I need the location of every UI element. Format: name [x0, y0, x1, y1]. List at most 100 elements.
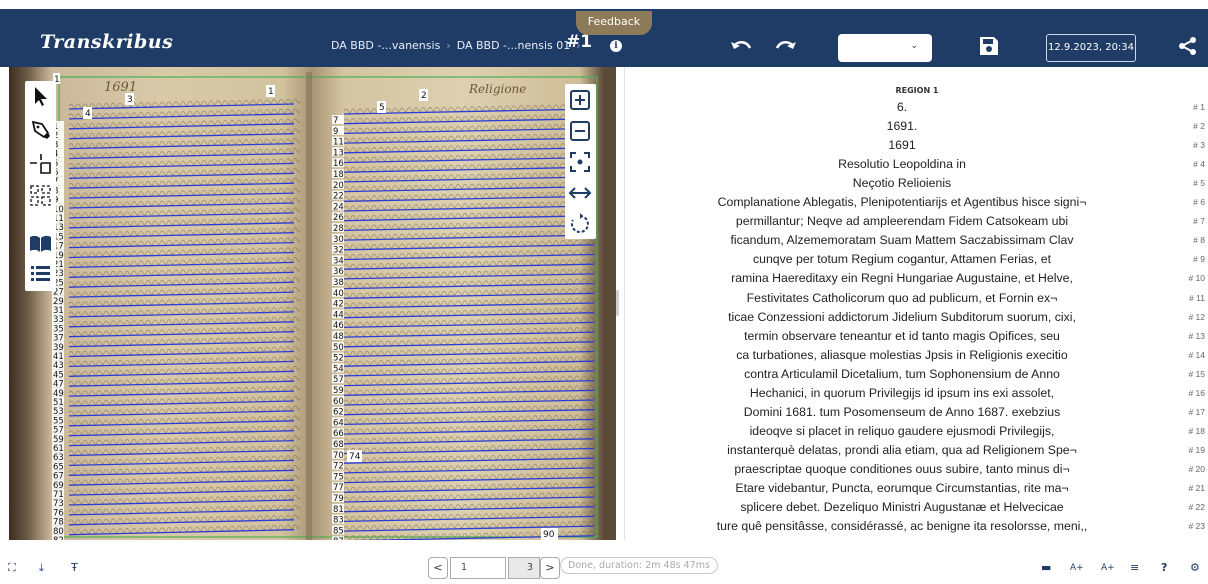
line-text[interactable]: Resolutio Leopoldina in — [625, 157, 1179, 171]
share-icon[interactable] — [1178, 36, 1198, 56]
baseline — [68, 251, 295, 259]
menu-lines-icon[interactable]: ≡ — [1130, 561, 1139, 574]
pen-icon[interactable] — [28, 117, 53, 142]
transcription-pane[interactable]: REGION 1 6. # 1 1691. # 2 1691 # 3 Resolutio L… — [624, 67, 1208, 540]
transcription-line[interactable]: splicere debet. Dezeliquo Ministri Augus… — [625, 500, 1205, 519]
region-split-icon[interactable] — [28, 183, 53, 208]
download-icon[interactable]: ⤓ — [39, 561, 44, 575]
transcription-line[interactable]: Festivitates Catholicorum quo ad publicu… — [625, 291, 1205, 310]
region-label: 3 — [127, 95, 133, 105]
view-select[interactable]: ⌄ — [838, 34, 932, 62]
fullscreen-icon[interactable]: ⛶ — [8, 561, 16, 575]
date-display[interactable]: 12.9.2023, 20:34 — [1046, 34, 1136, 62]
transcription-line[interactable]: cunqve per totum Regium cogantur, Attame… — [625, 252, 1205, 271]
rotate-icon[interactable] — [568, 212, 592, 236]
baseline — [343, 399, 595, 406]
page-input[interactable]: 1 — [450, 557, 506, 579]
breadcrumb-document[interactable]: DA BBD -...nensis 01 — [457, 39, 571, 52]
font-increase-icon[interactable]: A+ — [1070, 563, 1084, 573]
line-text[interactable]: ramina Haereditaxy ein Regni Hungariae A… — [625, 271, 1179, 285]
baseline — [68, 103, 295, 110]
transcription-line[interactable]: 1691 # 3 — [625, 138, 1205, 157]
line-text[interactable]: 1691 — [625, 138, 1179, 152]
help-icon[interactable]: ? — [1161, 561, 1167, 574]
document-image-pane[interactable]: 1691 Religione 1234567891011131517192123… — [9, 67, 616, 540]
line-text[interactable]: Neçotio Relioienis — [625, 176, 1179, 190]
line-text[interactable]: 1691. — [625, 119, 1179, 133]
undo-icon[interactable] — [730, 38, 752, 54]
line-text[interactable]: Etare videbantur, Puncta, eorumque Circu… — [625, 481, 1179, 495]
line-text[interactable]: cunqve per totum Regium cogantur, Attame… — [625, 252, 1179, 266]
baseline — [68, 340, 295, 348]
settings-icon[interactable]: ⚙ — [1190, 561, 1200, 574]
line-text[interactable]: ticae Conzessioni addictorum Jidelium Su… — [625, 310, 1179, 324]
line-number-tag: 24 — [333, 202, 344, 212]
info-icon[interactable]: i — [610, 40, 622, 52]
line-text[interactable]: ca turbationes, aliasque molestias Jpsis… — [625, 348, 1179, 362]
baseline — [68, 133, 295, 140]
page-navigator: < 1 3 > — [428, 557, 560, 579]
line-text[interactable]: Complanatione Ablegatis, Plenipotentiari… — [625, 195, 1179, 209]
app-logo[interactable]: Transkribus — [40, 31, 173, 53]
line-text[interactable]: 6. — [625, 100, 1179, 114]
select-arrow-icon[interactable] — [28, 83, 53, 108]
save-icon[interactable] — [978, 35, 1000, 57]
transcription-line[interactable]: praescriptae quoque conditiones ouus sub… — [625, 462, 1205, 481]
transcription-line[interactable]: Etare videbantur, Puncta, eorumque Circu… — [625, 481, 1205, 500]
redo-icon[interactable] — [775, 38, 797, 54]
transcription-line[interactable]: ideoqve si placet in reliquo gaudere eju… — [625, 424, 1205, 443]
feedback-button[interactable]: Feedback — [576, 11, 652, 35]
zoom-in-icon[interactable] — [568, 88, 592, 112]
zoom-out-icon[interactable] — [568, 119, 592, 143]
breadcrumb-collection[interactable]: DA BBD -...vanensis — [331, 39, 440, 52]
prev-page-button[interactable]: < — [428, 557, 448, 579]
list-icon[interactable] — [28, 261, 53, 286]
transcription-line[interactable]: termin observare teneantur et id tanto m… — [625, 329, 1205, 348]
transcription-line[interactable]: ture quê pensitâsse, considérassé, ac be… — [625, 519, 1205, 538]
line-text[interactable]: Hechanici, in quorum Privilegijs id ipsu… — [625, 386, 1179, 400]
transcription-line[interactable]: 1691. # 2 — [625, 119, 1205, 138]
transcription-line[interactable]: Domini 1681. tum Posomenseum de Anno 168… — [625, 405, 1205, 424]
line-number-tag: 34 — [333, 256, 344, 266]
transcription-line[interactable]: Complanatione Ablegatis, Plenipotentiari… — [625, 195, 1205, 214]
baseline — [343, 515, 595, 523]
transcription-line[interactable]: Neçotio Relioienis # 5 — [625, 176, 1205, 195]
transcription-line[interactable]: 6. # 1 — [625, 100, 1205, 119]
line-text[interactable]: splicere debet. Dezeliquo Ministri Augus… — [625, 500, 1179, 514]
next-page-button[interactable]: > — [540, 557, 560, 579]
fit-width-icon[interactable] — [568, 181, 592, 205]
line-text[interactable]: instanterquè delatas, prondi alia etiam,… — [625, 443, 1179, 457]
font-decrease-icon[interactable]: A+ — [1101, 563, 1115, 573]
line-text[interactable]: termin observare teneantur et id tanto m… — [625, 329, 1179, 343]
transcription-line[interactable]: ramina Haereditaxy ein Regni Hungariae A… — [625, 271, 1205, 290]
line-text[interactable]: ideoqve si placet in reliquo gaudere eju… — [625, 424, 1179, 438]
line-text[interactable]: ficandum, Alzememoratam Suam Mattem Sacz… — [625, 233, 1179, 247]
transcription-line[interactable]: ca turbationes, aliasque molestias Jpsis… — [625, 348, 1205, 367]
keyboard-icon[interactable]: ▬ — [1041, 561, 1051, 574]
transcription-line[interactable]: Hechanici, in quorum Privilegijs id ipsu… — [625, 386, 1205, 405]
line-text[interactable]: praescriptae quoque conditiones ouus sub… — [625, 462, 1179, 476]
line-text[interactable]: Domini 1681. tum Posomenseum de Anno 168… — [625, 405, 1179, 419]
line-text[interactable]: contra Articulamil Dicetalium, tum Sopho… — [625, 367, 1179, 381]
line-number: # 16 — [1188, 387, 1205, 398]
transcription-line[interactable]: Resolutio Leopoldina in # 4 — [625, 157, 1205, 176]
line-text[interactable]: Festivitates Catholicorum quo ad publicu… — [625, 291, 1179, 305]
line-number: # 3 — [1193, 140, 1205, 151]
line-text[interactable]: permillantur; Neqve ad ampleerendam Fide… — [625, 214, 1179, 228]
crop-line-icon[interactable] — [28, 151, 53, 176]
book-icon[interactable] — [28, 231, 53, 256]
transcription-line[interactable]: contra Articulamil Dicetalium, tum Sopho… — [625, 367, 1205, 386]
transcription-line[interactable]: ticae Conzessioni addictorum Jidelium Su… — [625, 310, 1205, 329]
line-number-tag: 11 — [333, 138, 344, 148]
text-baseline-icon[interactable]: Ŧ — [71, 561, 78, 574]
pane-resize-handle[interactable] — [616, 290, 619, 316]
left-tool-strip — [25, 81, 56, 291]
line-text[interactable]: ture quê pensitâsse, considérassé, ac be… — [625, 519, 1179, 533]
fit-screen-icon[interactable] — [568, 150, 592, 174]
transcription-line[interactable]: instanterquè delatas, prondi alia etiam,… — [625, 443, 1205, 462]
line-number: # 23 — [1188, 521, 1205, 532]
transcription-line[interactable]: permillantur; Neqve ad ampleerendam Fide… — [625, 214, 1205, 233]
baseline — [68, 162, 295, 170]
baseline — [68, 459, 295, 467]
transcription-line[interactable]: ficandum, Alzememoratam Suam Mattem Sacz… — [625, 233, 1205, 252]
